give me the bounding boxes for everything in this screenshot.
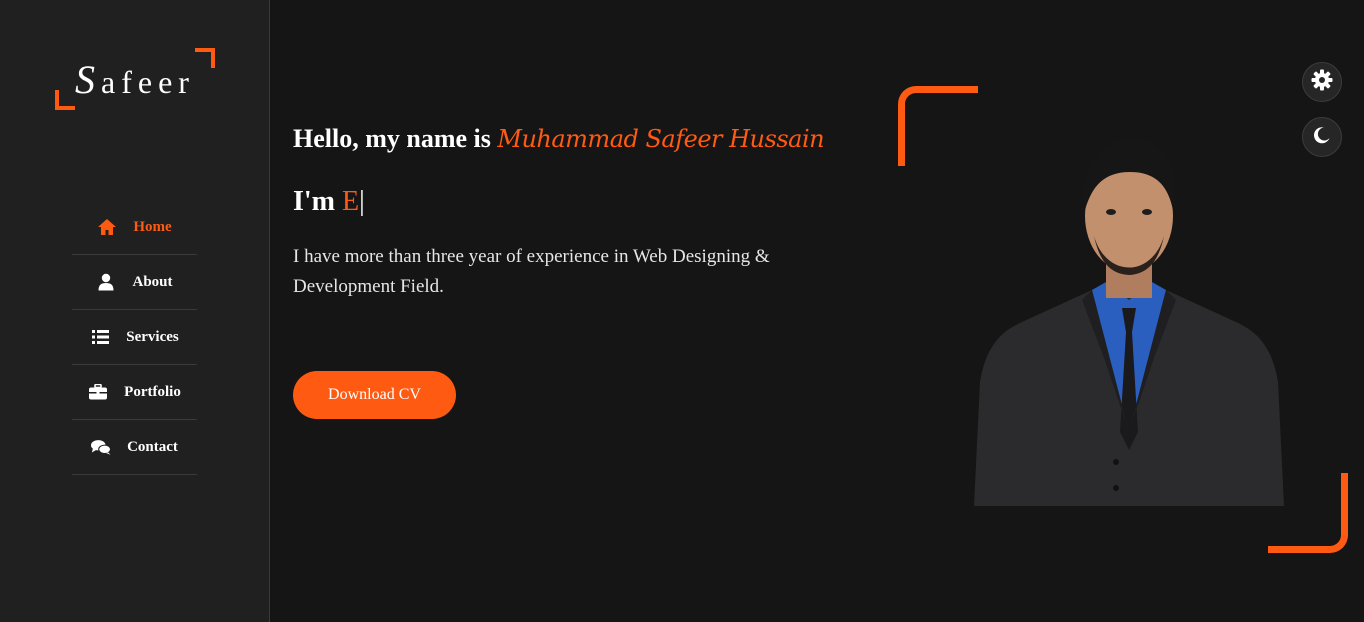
settings-button[interactable] bbox=[1302, 62, 1342, 102]
profile-photo bbox=[974, 138, 1284, 506]
nav-item-label: About bbox=[132, 273, 173, 290]
frame-corner-top-left bbox=[898, 86, 978, 166]
sidebar: Safeer Home About Services Portfolio Con… bbox=[0, 0, 270, 622]
nav-item-label: Home bbox=[133, 218, 172, 235]
list-icon bbox=[90, 328, 110, 346]
nav-item-home[interactable]: Home bbox=[72, 200, 197, 255]
nav-item-portfolio[interactable]: Portfolio bbox=[72, 365, 197, 420]
gear-icon bbox=[1311, 69, 1333, 96]
nav-item-label: Services bbox=[126, 328, 179, 345]
user-icon bbox=[96, 273, 116, 291]
nav-item-label: Portfolio bbox=[124, 383, 181, 400]
nav-item-contact[interactable]: Contact bbox=[72, 420, 197, 475]
download-cv-button[interactable]: Download CV bbox=[293, 371, 456, 419]
home-icon bbox=[97, 218, 117, 236]
theme-toggle-button[interactable] bbox=[1302, 117, 1342, 157]
logo-corner-top-right bbox=[195, 48, 215, 68]
logo-text: Safeer bbox=[75, 56, 195, 103]
moon-icon bbox=[1313, 126, 1331, 149]
nav-item-services[interactable]: Services bbox=[72, 310, 197, 365]
im-prefix: I'm bbox=[293, 186, 342, 217]
logo-corner-bottom-left bbox=[55, 90, 75, 110]
briefcase-icon bbox=[88, 383, 108, 401]
typing-cursor: | bbox=[359, 186, 365, 217]
nav-item-label: Contact bbox=[127, 438, 178, 455]
chat-icon bbox=[91, 438, 112, 456]
logo-rest: afeer bbox=[101, 64, 195, 100]
logo-first-letter: S bbox=[75, 57, 101, 102]
profile-photo-frame bbox=[898, 86, 1348, 553]
hero-description: I have more than three year of experienc… bbox=[293, 246, 770, 297]
main-nav: Home About Services Portfolio Contact bbox=[72, 200, 197, 475]
typed-role: E bbox=[342, 186, 360, 217]
greeting-text: Hello, my name is bbox=[293, 124, 498, 153]
nav-item-about[interactable]: About bbox=[72, 255, 197, 310]
greeting-heading: Hello, my name is Muhammad Safeer Hussai… bbox=[293, 124, 825, 154]
hero-name: Muhammad Safeer Hussain bbox=[497, 125, 825, 153]
logo[interactable]: Safeer bbox=[55, 48, 215, 110]
typed-role-heading: I'm E| bbox=[293, 186, 365, 218]
